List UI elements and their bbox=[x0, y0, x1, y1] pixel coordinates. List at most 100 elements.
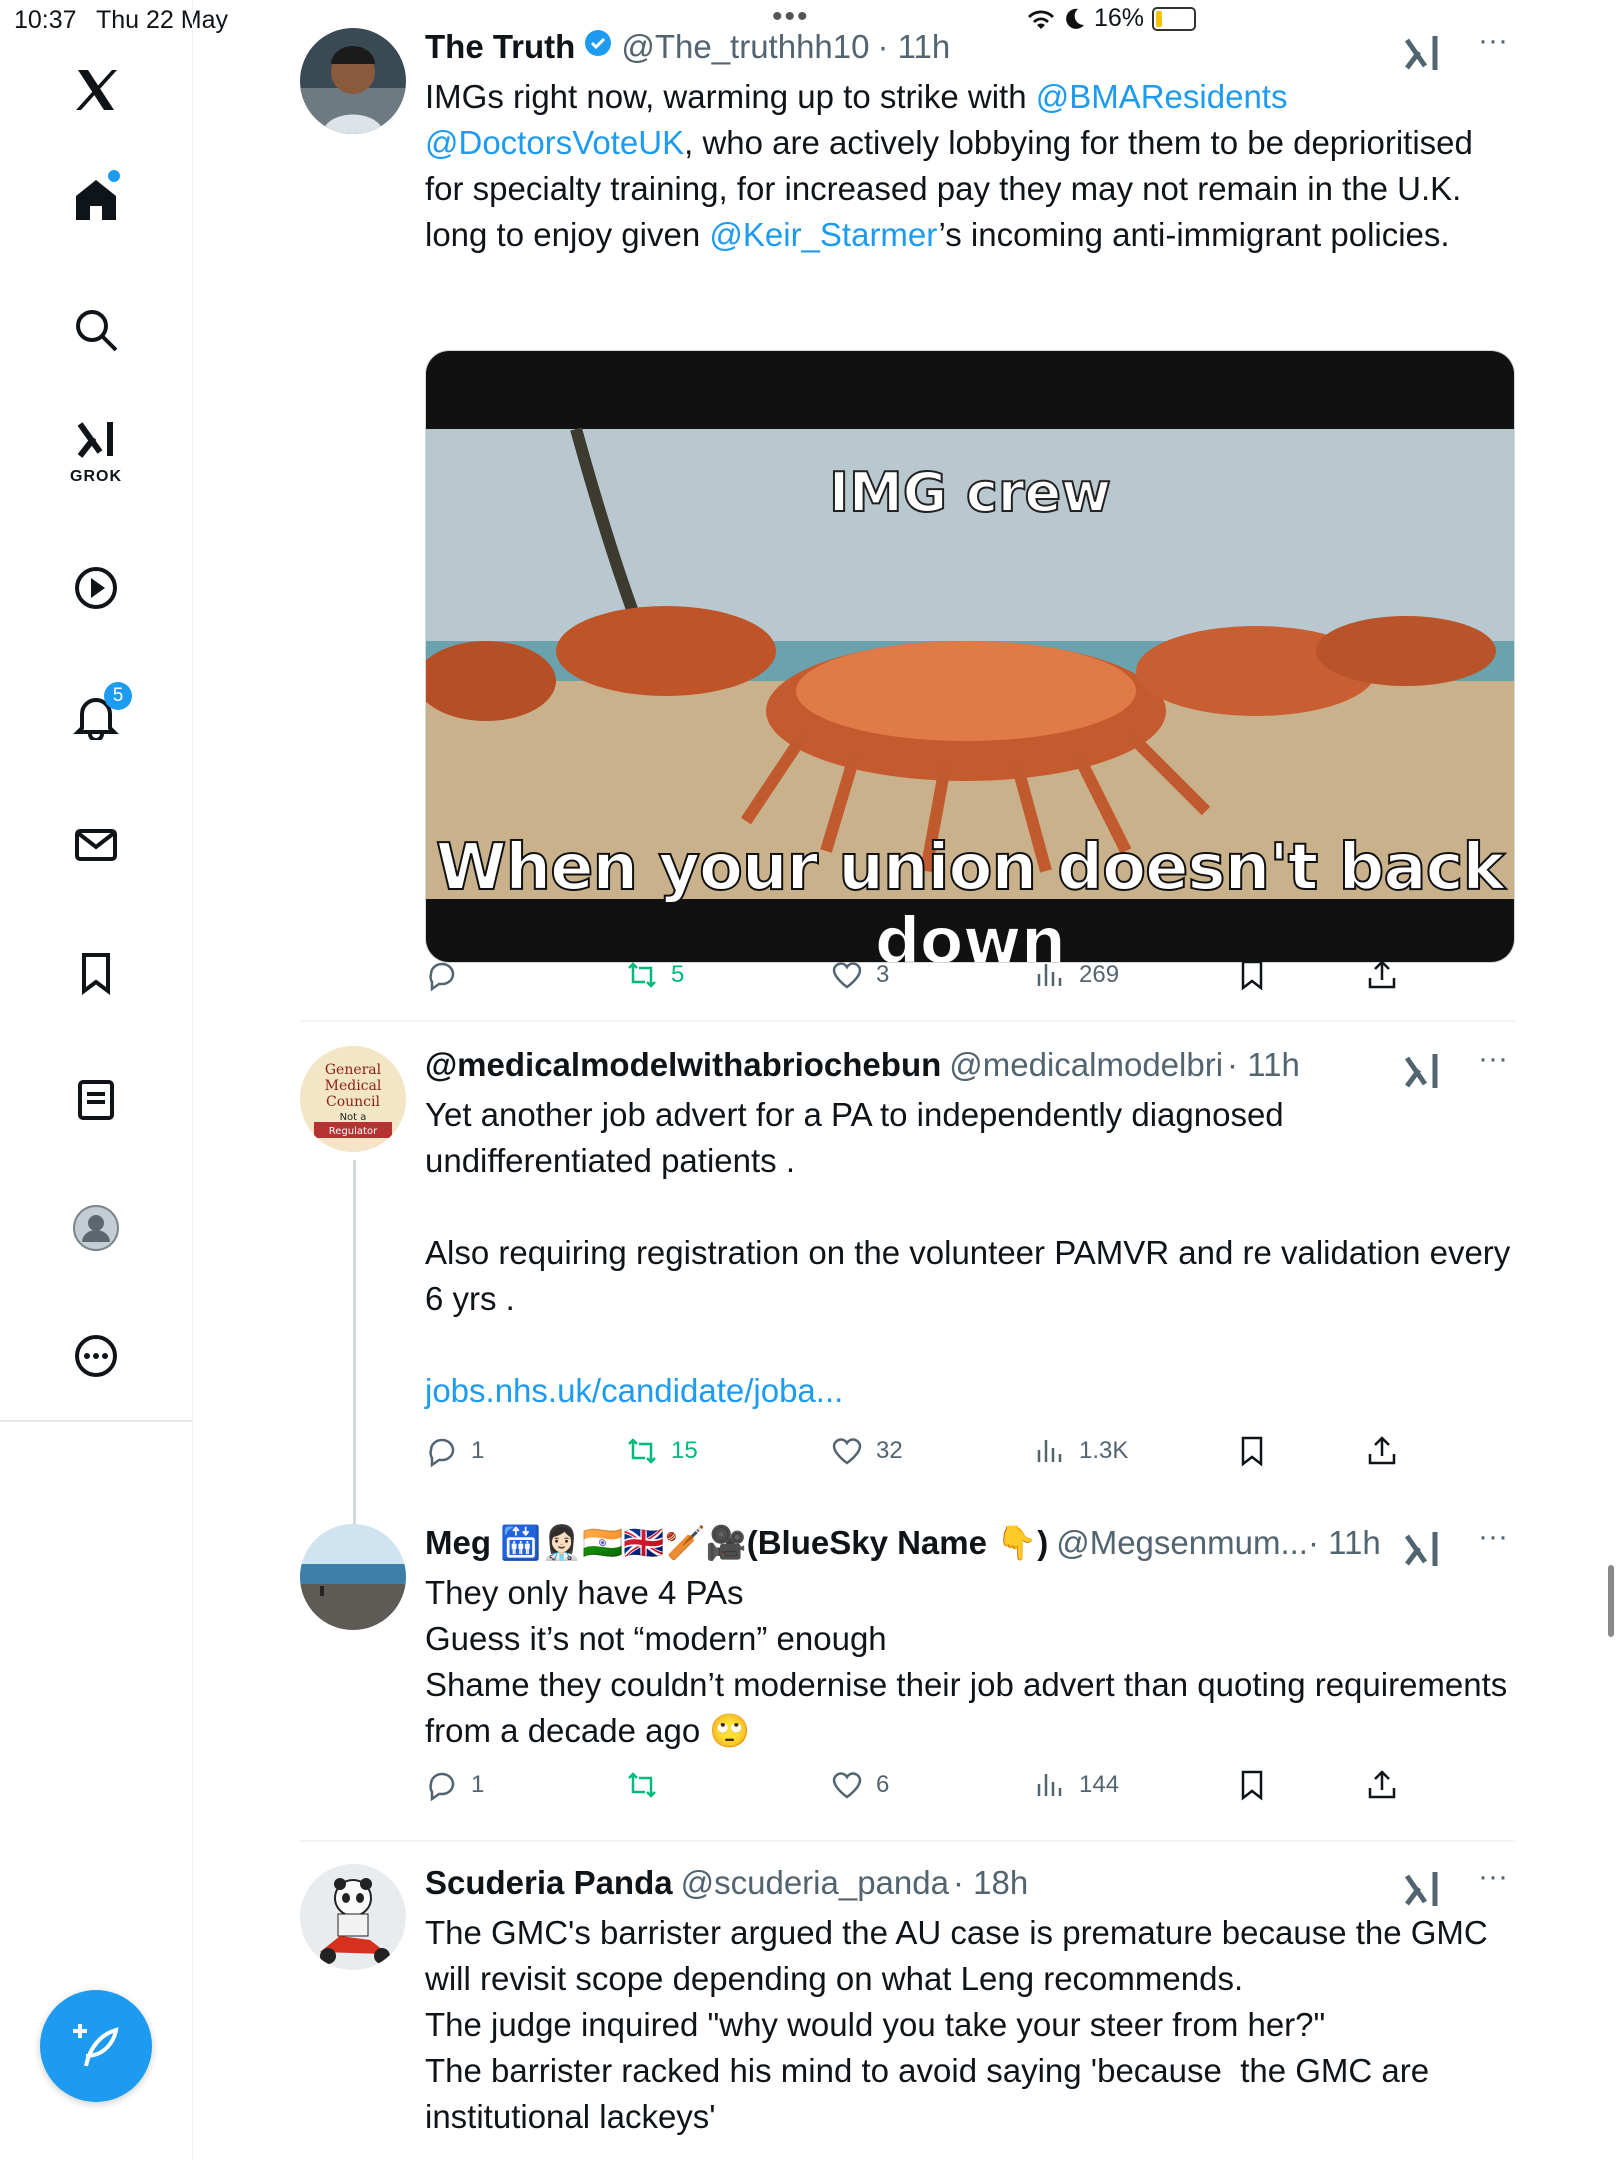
grok-explain-icon[interactable] bbox=[1401, 1528, 1445, 1572]
views-button[interactable]: 1.3K bbox=[1033, 1434, 1128, 1468]
mention-link[interactable]: @BMAResidents bbox=[1036, 78, 1288, 115]
reply-icon bbox=[429, 962, 455, 992]
avatar-text: Council bbox=[326, 1094, 380, 1110]
tweet-body: Meg 🛗👩🏻‍⚕️🇮🇳🇬🇧🏏🎥(BlueSky Name 👇) @Megsen… bbox=[425, 1522, 1515, 1754]
avatar[interactable] bbox=[300, 1864, 406, 1970]
retweet-count: 5 bbox=[671, 961, 685, 988]
tweet-actions: 1 15 32 1.3K bbox=[425, 1434, 1425, 1484]
view-count: 144 bbox=[1079, 1771, 1120, 1798]
like-button[interactable]: 3 bbox=[830, 958, 889, 992]
mention-link[interactable]: @DoctorsVoteUK bbox=[425, 124, 684, 161]
tweet[interactable]: Meg 🛗👩🏻‍⚕️🇮🇳🇬🇧🏏🎥(BlueSky Name 👇) @Megsen… bbox=[300, 1522, 1515, 1824]
nav-lists[interactable] bbox=[56, 1060, 136, 1140]
grok-icon bbox=[77, 422, 113, 458]
compose-button[interactable] bbox=[40, 1990, 152, 2102]
grok-explain-icon[interactable] bbox=[1401, 32, 1445, 76]
view-count: 269 bbox=[1079, 961, 1120, 988]
url-link[interactable]: jobs.nhs.uk/candidate/joba... bbox=[425, 1372, 843, 1409]
views-chart-icon bbox=[1037, 1440, 1062, 1462]
avatar-text: Not a bbox=[340, 1112, 367, 1123]
avatar[interactable] bbox=[300, 1524, 406, 1630]
avatar[interactable]: General Medical Council Not a Regulator bbox=[300, 1046, 406, 1152]
nav-more[interactable] bbox=[56, 1316, 136, 1396]
profile-avatar-icon bbox=[73, 1205, 119, 1251]
nav-grok[interactable]: GROK bbox=[56, 410, 136, 490]
tweet-time[interactable]: · 11h bbox=[878, 28, 951, 66]
nav-profile[interactable] bbox=[56, 1188, 136, 1268]
x-logo-icon[interactable] bbox=[56, 50, 136, 130]
tweet-text: They only have 4 PAs Guess it’s not “mod… bbox=[425, 1574, 1508, 1749]
tweet-header: Meg 🛗👩🏻‍⚕️🇮🇳🇬🇧🏏🎥(BlueSky Name 👇) @Megsen… bbox=[425, 1524, 1515, 1568]
tweet-body: @medicalmodelwithabriochebun @medicalmod… bbox=[425, 1044, 1515, 1414]
tweet-time[interactable]: · 11h bbox=[1227, 1046, 1300, 1084]
more-options-icon[interactable]: ··· bbox=[1471, 1862, 1515, 1906]
reply-icon bbox=[429, 1772, 455, 1802]
retweet-button[interactable]: 5 bbox=[625, 958, 684, 992]
views-button[interactable]: 144 bbox=[1033, 1768, 1119, 1802]
tweet[interactable]: The Truth @The_truthhh10 · 11h IMGs righ… bbox=[300, 26, 1515, 1008]
views-button[interactable]: 269 bbox=[1033, 958, 1119, 992]
more-options-icon[interactable]: ··· bbox=[1471, 1044, 1515, 1088]
tweet[interactable]: Scuderia Panda @scuderia_panda · 18h The… bbox=[300, 1862, 1515, 2160]
thread-connector-line bbox=[353, 1160, 356, 1528]
tweet-header: @medicalmodelwithabriochebun @medicalmod… bbox=[425, 1046, 1515, 1090]
author-name[interactable]: Meg 🛗👩🏻‍⚕️🇮🇳🇬🇧🏏🎥(BlueSky Name 👇) bbox=[425, 1524, 1048, 1563]
grok-explain-icon[interactable] bbox=[1401, 1050, 1445, 1094]
author-handle[interactable]: @Megsenmum... bbox=[1056, 1524, 1308, 1562]
more-options-icon[interactable]: ··· bbox=[1471, 1522, 1515, 1566]
tweet-actions: 5 3 269 bbox=[425, 958, 1425, 1008]
share-button[interactable] bbox=[1365, 1768, 1399, 1802]
author-name[interactable]: The Truth bbox=[425, 28, 575, 66]
like-count: 6 bbox=[876, 1771, 890, 1798]
verified-badge-icon bbox=[585, 30, 612, 56]
views-chart-icon bbox=[1037, 964, 1062, 986]
share-button[interactable] bbox=[1365, 1434, 1399, 1468]
like-button[interactable]: 32 bbox=[830, 1434, 903, 1468]
bookmark-button[interactable] bbox=[1235, 1434, 1269, 1468]
share-icon bbox=[1368, 960, 1396, 989]
tweet-time[interactable]: · 18h bbox=[953, 1864, 1028, 1902]
author-name[interactable]: @medicalmodelwithabriochebun bbox=[425, 1046, 941, 1084]
grok-explain-icon[interactable] bbox=[1401, 1868, 1445, 1912]
share-button[interactable] bbox=[1365, 958, 1399, 992]
more-options-icon[interactable]: ··· bbox=[1471, 26, 1515, 70]
reply-button[interactable] bbox=[425, 958, 471, 992]
like-button[interactable]: 6 bbox=[830, 1768, 889, 1802]
nav-messages[interactable] bbox=[56, 805, 136, 885]
author-handle[interactable]: @scuderia_panda bbox=[681, 1864, 949, 1902]
heart-icon bbox=[832, 1438, 862, 1465]
nav-home[interactable] bbox=[56, 160, 136, 240]
retweet-count: 15 bbox=[671, 1437, 698, 1464]
tweet-media-image[interactable]: IMG crew When your union doesn't back do… bbox=[425, 350, 1515, 963]
text-segment: ’s incoming anti-immigrant policies. bbox=[938, 216, 1450, 253]
nav-videos[interactable] bbox=[56, 548, 136, 628]
retweet-button[interactable] bbox=[625, 1768, 671, 1802]
retweet-icon bbox=[628, 962, 656, 988]
tweet-text: IMGs right now, warming up to strike wit… bbox=[425, 74, 1515, 258]
play-icon bbox=[75, 567, 117, 609]
nav-bookmarks[interactable] bbox=[56, 933, 136, 1013]
list-icon bbox=[78, 1080, 114, 1120]
scrollbar[interactable] bbox=[1608, 1565, 1614, 1637]
bookmark-button[interactable] bbox=[1235, 1768, 1269, 1802]
author-handle[interactable]: @The_truthhh10 bbox=[621, 28, 869, 66]
author-name[interactable]: Scuderia Panda bbox=[425, 1864, 673, 1902]
share-icon bbox=[1368, 1770, 1396, 1799]
author-handle[interactable]: @medicalmodelbri bbox=[949, 1046, 1223, 1084]
reply-button[interactable]: 1 bbox=[425, 1768, 484, 1802]
avatar-text: Medical bbox=[325, 1078, 382, 1094]
text-segment: Yet another job advert for a PA to indep… bbox=[425, 1096, 1511, 1317]
retweet-button[interactable]: 15 bbox=[625, 1434, 698, 1468]
tweet-time[interactable]: · 11h bbox=[1308, 1524, 1381, 1562]
tweet[interactable]: General Medical Council Not a Regulator … bbox=[300, 1044, 1515, 1476]
nav-notifications[interactable]: 5 bbox=[56, 676, 136, 756]
avatar[interactable] bbox=[300, 28, 406, 134]
mention-link[interactable]: @Keir_Starmer bbox=[709, 216, 938, 253]
bookmark-button[interactable] bbox=[1235, 958, 1269, 992]
grok-label: GROK bbox=[70, 468, 122, 485]
reply-button[interactable]: 1 bbox=[425, 1434, 484, 1468]
mail-icon bbox=[75, 829, 117, 861]
heart-icon bbox=[832, 962, 862, 989]
nav-explore[interactable] bbox=[56, 290, 136, 370]
sidebar: GROK 5 bbox=[0, 0, 193, 2160]
